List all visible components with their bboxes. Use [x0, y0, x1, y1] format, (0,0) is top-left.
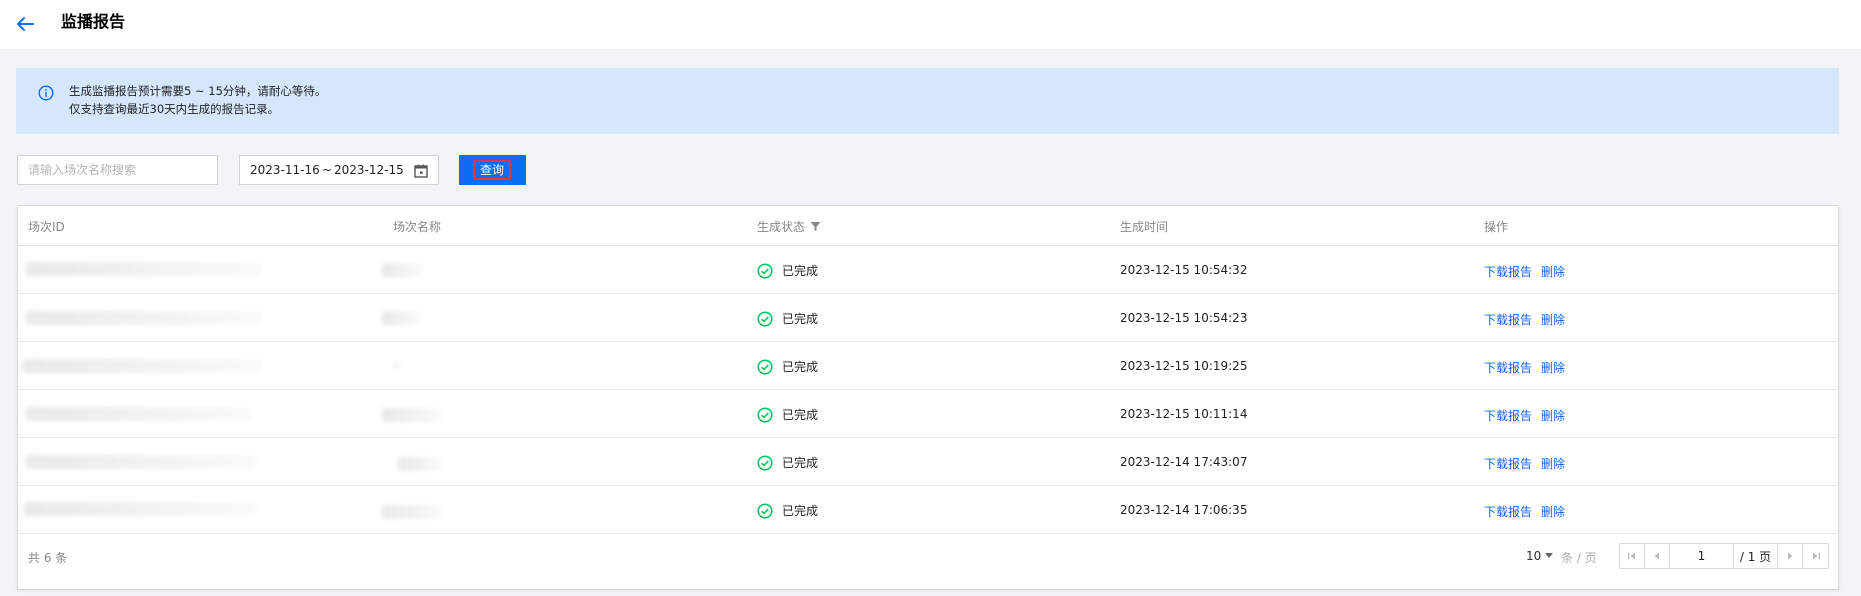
download-report-link[interactable]: 下载报告	[1484, 503, 1532, 520]
download-report-link[interactable]: 下载报告	[1484, 359, 1532, 376]
redacted-session-name	[382, 311, 420, 325]
status-cell: 已完成	[757, 262, 818, 279]
redacted-session-name	[382, 263, 422, 277]
generated-time: 2023-12-15 10:19:25	[1120, 359, 1248, 373]
generated-time: 2023-12-15 10:11:14	[1120, 407, 1248, 421]
table-row: 已完成 2023-12-15 10:19:25 下载报告 删除	[18, 342, 1838, 390]
session-name-search-input[interactable]	[17, 155, 218, 185]
prev-page-button[interactable]	[1645, 544, 1670, 568]
redacted-session-id	[26, 262, 262, 276]
generated-time: 2023-12-15 10:54:23	[1120, 311, 1248, 325]
status-cell: 已完成	[757, 406, 818, 423]
status-cell: 已完成	[757, 454, 818, 471]
arrow-left-icon[interactable]	[13, 12, 37, 36]
query-button[interactable]: 查询	[459, 155, 526, 185]
delete-link[interactable]: 删除	[1541, 407, 1565, 424]
table-row: 已完成 2023-12-14 17:43:07 下载报告 删除	[18, 438, 1838, 486]
redacted-session-name	[382, 505, 442, 519]
check-circle-icon	[757, 454, 773, 471]
status-text: 已完成	[782, 264, 819, 278]
page-size-value: 10	[1526, 549, 1542, 563]
status-text: 已完成	[782, 456, 819, 470]
last-page-icon	[1812, 552, 1820, 560]
redacted-session-id	[26, 455, 256, 469]
prev-page-icon	[1654, 552, 1659, 560]
column-header-session-id: 场次ID	[28, 220, 65, 234]
generated-time: 2023-12-14 17:06:35	[1120, 503, 1248, 517]
filter-icon[interactable]	[810, 221, 821, 232]
status-cell: 已完成	[757, 310, 818, 327]
info-icon	[38, 85, 54, 101]
info-notice: 生成监播报告预计需要5 ~ 15分钟，请耐心等待。 仅支持查询最近30天内生成的…	[16, 68, 1839, 134]
table-row: 已完成 2023-12-15 10:11:14 下载报告 删除	[18, 390, 1838, 438]
column-header-status: 生成状态	[757, 218, 821, 235]
redacted-session-name	[398, 457, 442, 471]
page-title: 监播报告	[61, 12, 126, 31]
date-start[interactable]: 2023-11-16	[250, 163, 320, 177]
date-separator: ~	[322, 163, 333, 177]
notice-text-2: 仅支持查询最近30天内生成的报告记录。	[69, 102, 280, 116]
next-page-button[interactable]	[1778, 544, 1803, 568]
first-page-icon	[1628, 552, 1635, 560]
report-table: 场次ID 场次名称 生成状态 生成时间 操作 已完成 2023-12-15 10…	[17, 205, 1839, 590]
check-circle-icon	[757, 358, 773, 375]
redacted-session-id	[26, 407, 252, 421]
generated-time: 2023-12-15 10:54:32	[1120, 263, 1248, 277]
top-bar: 监播报告	[0, 0, 1861, 49]
redacted-session-name	[394, 363, 400, 369]
redacted-session-id	[22, 359, 262, 373]
redacted-session-id	[24, 502, 256, 516]
table-row: 已完成 2023-12-14 17:06:35 下载报告 删除	[18, 486, 1838, 534]
delete-link[interactable]: 删除	[1541, 311, 1565, 328]
delete-link[interactable]: 删除	[1541, 359, 1565, 376]
calendar-icon[interactable]	[413, 163, 429, 179]
date-end[interactable]: 2023-12-15	[334, 163, 404, 177]
status-cell: 已完成	[757, 502, 818, 519]
status-text: 已完成	[782, 312, 819, 326]
check-circle-icon	[757, 310, 773, 327]
status-cell: 已完成	[757, 358, 818, 375]
check-circle-icon	[757, 406, 773, 423]
generated-time: 2023-12-14 17:43:07	[1120, 455, 1248, 469]
caret-down-icon	[1545, 553, 1554, 558]
redacted-session-name	[382, 408, 442, 422]
check-circle-icon	[757, 502, 773, 519]
column-header-session-name: 场次名称	[393, 220, 442, 234]
delete-link[interactable]: 删除	[1541, 503, 1565, 520]
query-button-label: 查询	[473, 160, 511, 180]
table-header: 场次ID 场次名称 生成状态 生成时间 操作	[18, 206, 1838, 246]
column-header-actions: 操作	[1484, 220, 1509, 234]
download-report-link[interactable]: 下载报告	[1484, 407, 1532, 424]
delete-link[interactable]: 删除	[1541, 263, 1565, 280]
delete-link[interactable]: 删除	[1541, 455, 1565, 472]
page-size-select[interactable]: 10	[1526, 549, 1554, 563]
first-page-button[interactable]	[1620, 544, 1645, 568]
next-page-icon	[1788, 552, 1793, 560]
redacted-session-id	[26, 311, 262, 325]
download-report-link[interactable]: 下载报告	[1484, 263, 1532, 280]
check-circle-icon	[757, 262, 773, 279]
last-page-button[interactable]	[1803, 544, 1828, 568]
date-range-picker[interactable]: 2023-11-16 ~ 2023-12-15	[239, 155, 439, 185]
status-text: 已完成	[782, 408, 819, 422]
table-row: 已完成 2023-12-15 10:54:32 下载报告 删除	[18, 246, 1838, 294]
pagination: / 1 页	[1619, 543, 1829, 569]
notice-text-1: 生成监播报告预计需要5 ~ 15分钟，请耐心等待。	[69, 84, 327, 98]
status-text: 已完成	[782, 504, 819, 518]
total-pages: / 1 页	[1734, 544, 1778, 568]
table-row: 已完成 2023-12-15 10:54:23 下载报告 删除	[18, 294, 1838, 342]
download-report-link[interactable]: 下载报告	[1484, 455, 1532, 472]
page-size-unit: 条 / 页	[1561, 551, 1597, 565]
download-report-link[interactable]: 下载报告	[1484, 311, 1532, 328]
page-number-input[interactable]	[1670, 544, 1734, 568]
column-header-generated-time: 生成时间	[1120, 220, 1169, 234]
status-text: 已完成	[782, 360, 819, 374]
column-header-status-label: 生成状态	[757, 220, 806, 234]
total-count: 共 6 条	[28, 551, 68, 565]
